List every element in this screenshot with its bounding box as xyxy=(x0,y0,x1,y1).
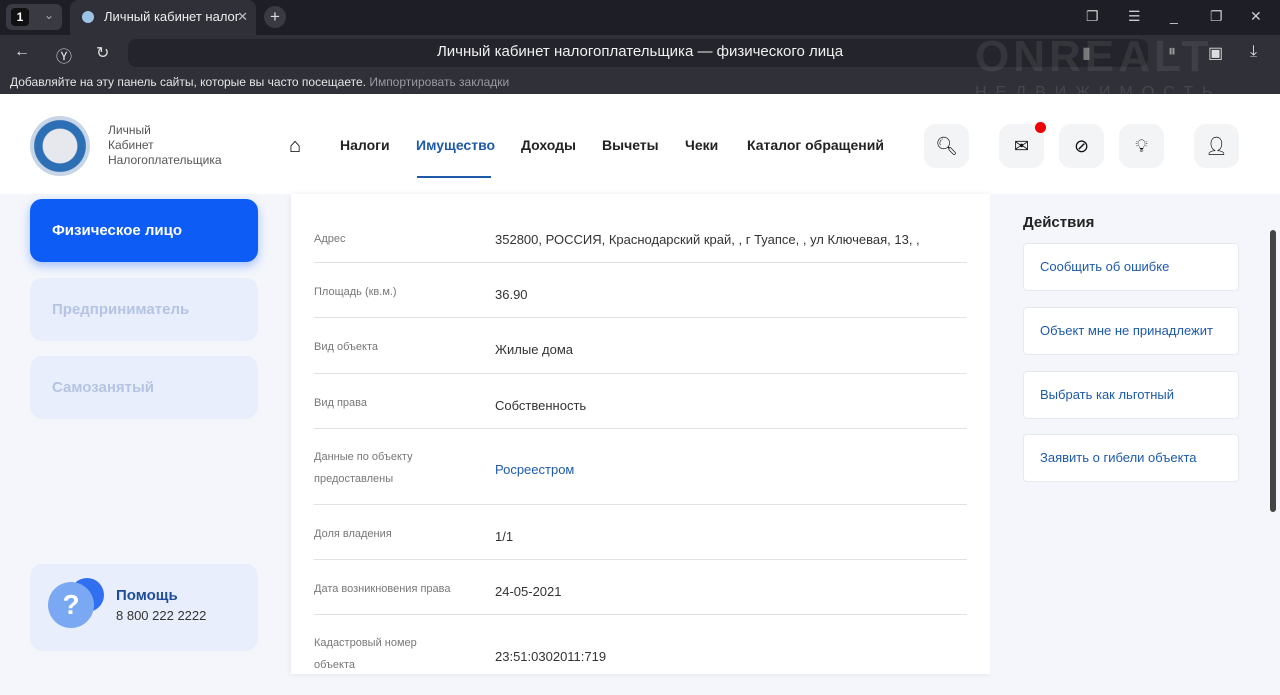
sidebar-item-individual[interactable]: Физическое лицо xyxy=(30,199,258,262)
menu-appeals[interactable]: Каталог обращений xyxy=(747,137,884,153)
site-header: Личный Кабинет Налогоплательщика ⌂ Налоги … xyxy=(0,94,1280,194)
detail-row: Вид права Собственность xyxy=(314,374,967,429)
sidebar-item-self-employed[interactable]: Самозанятый xyxy=(30,356,258,419)
menu-property[interactable]: Имущество xyxy=(416,137,495,153)
restore-icon[interactable]: ❐ xyxy=(1210,8,1223,25)
menu-income[interactable]: Доходы xyxy=(521,137,576,153)
home-icon[interactable]: ⌂ xyxy=(289,135,301,158)
lightbulb-icon: 💡︎ xyxy=(1135,136,1148,156)
logo-text: Личный Кабинет Налогоплательщика xyxy=(108,123,222,167)
import-bookmarks-link[interactable]: Импортировать закладки xyxy=(369,75,509,89)
user-icon: 👤︎ xyxy=(1205,136,1228,156)
favicon-icon xyxy=(82,11,94,23)
search-button[interactable]: 🔍︎ xyxy=(924,124,969,168)
not-mine-button[interactable]: Объект мне не принадлежит xyxy=(1023,307,1239,355)
mail-icon: ✉ xyxy=(1013,136,1030,156)
actions-panel: Действия Сообщить об ошибке Объект мне н… xyxy=(990,194,1280,674)
detail-row: Адрес 352800, РОССИЯ, Краснодарский край,… xyxy=(314,214,967,263)
notification-dot xyxy=(1035,122,1046,133)
active-tab-indicator xyxy=(417,176,491,178)
close-tab-icon[interactable]: ✕ xyxy=(237,0,248,34)
search-icon: 🔍︎ xyxy=(935,136,958,156)
scrollbar[interactable] xyxy=(1270,230,1276,512)
detail-row: Данные по объекту предоставлены Росреестр… xyxy=(314,429,967,505)
messages-button[interactable]: ✉ xyxy=(999,122,1046,168)
menu-taxes[interactable]: Налоги xyxy=(340,137,390,153)
help-icon: ? xyxy=(48,582,94,628)
source-link[interactable]: Росреестром xyxy=(495,462,574,477)
detail-row: Площадь (кв.м.) 36.90 xyxy=(314,263,967,318)
tips-button[interactable]: 💡︎ xyxy=(1119,124,1164,168)
menu-icon[interactable]: ☰ xyxy=(1128,8,1141,25)
browser-tab-bar: 1 ⌄ Личный кабинет налог ✕ + ❐ ☰ _ ❐ ✕ xyxy=(0,0,1280,35)
visually-impaired-button[interactable]: ⊘ xyxy=(1059,124,1104,168)
help-card[interactable]: ? Помощь 8 800 222 2222 xyxy=(30,564,258,651)
detail-row: Дата возникновения права 24-05-2021 xyxy=(314,560,967,615)
sidebar-item-entrepreneur[interactable]: Предприниматель xyxy=(30,278,258,341)
menu-receipts[interactable]: Чеки xyxy=(685,137,718,153)
profile-button[interactable]: 👤︎ xyxy=(1194,124,1239,168)
download-icon[interactable]: ⤓ xyxy=(1250,43,1257,61)
detail-row: Доля владения 1/1 xyxy=(314,505,967,560)
report-destruction-button[interactable]: Заявить о гибели объекта xyxy=(1023,434,1239,482)
report-error-button[interactable]: Сообщить об ошибке xyxy=(1023,243,1239,291)
detail-row: Кадастровый номер объекта 23:51:0302011:7… xyxy=(314,637,607,671)
menu-deductions[interactable]: Вычеты xyxy=(602,137,659,153)
watermark: ONREALT xyxy=(975,32,1213,81)
minimize-icon[interactable]: _ xyxy=(1170,8,1178,24)
eye-off-icon: ⊘ xyxy=(1073,136,1090,156)
chevron-down-icon: ⌄ xyxy=(44,8,55,22)
property-details: Адрес 352800, РОССИЯ, Краснодарский край,… xyxy=(291,194,990,674)
fns-logo[interactable] xyxy=(30,116,90,176)
browser-tab[interactable]: Личный кабинет налог ✕ xyxy=(70,0,256,35)
close-window-icon[interactable]: ✕ xyxy=(1250,8,1262,25)
tab-group-button[interactable]: 1 ⌄ xyxy=(6,4,62,30)
bookmarks-panel-icon[interactable]: ❐ xyxy=(1086,8,1099,25)
detail-row: Вид объекта Жилые дома xyxy=(314,318,967,374)
new-tab-button[interactable]: + xyxy=(264,6,286,28)
set-preferential-button[interactable]: Выбрать как льготный xyxy=(1023,371,1239,419)
